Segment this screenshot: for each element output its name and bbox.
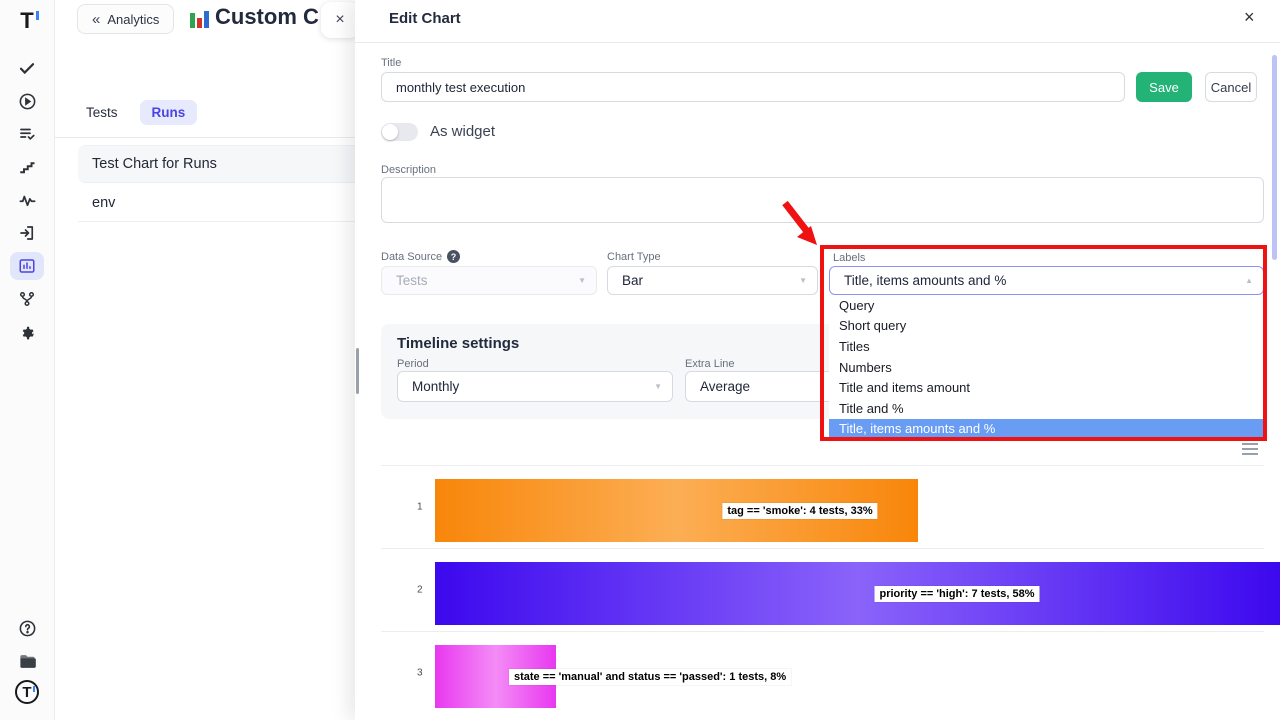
timeline-settings-heading: Timeline settings: [397, 335, 519, 352]
folder-icon[interactable]: [10, 647, 44, 675]
list-item-label: env: [92, 195, 115, 211]
edit-chart-panel: Edit Chart × Title Save Cancel As widget…: [355, 0, 1280, 720]
help-circle-icon[interactable]: ?: [447, 250, 460, 263]
row-number: 2: [417, 585, 423, 596]
dropdown-option-title-items-amounts-pct[interactable]: Title, items amounts and %: [829, 419, 1264, 440]
chart-type-value: Bar: [622, 273, 643, 288]
close-icon: ×: [335, 11, 344, 29]
dropdown-option-query[interactable]: Query: [829, 295, 1264, 316]
list-tabs: Tests Runs: [86, 100, 197, 125]
as-widget-toggle[interactable]: [381, 123, 418, 141]
labels-dropdown-list: Query Short query Titles Numbers Title a…: [829, 295, 1264, 440]
row-number: 3: [417, 668, 423, 679]
description-textarea[interactable]: [381, 177, 1264, 223]
bar-3-label: state == 'manual' and status == 'passed'…: [509, 669, 791, 685]
panel-scrollbar-thumb[interactable]: [1272, 55, 1277, 260]
title-field-label: Title: [381, 57, 401, 69]
branch-icon[interactable]: [10, 285, 44, 313]
gear-icon[interactable]: [10, 318, 44, 346]
bar-2-label: priority == 'high': 7 tests, 58%: [875, 586, 1040, 602]
dropdown-option-numbers[interactable]: Numbers: [829, 357, 1264, 378]
bar-1-label: tag == 'smoke': 4 tests, 33%: [722, 503, 877, 519]
tab-tests[interactable]: Tests: [86, 105, 118, 120]
bar-chart-icon: [189, 9, 211, 31]
chart-type-label: Chart Type: [607, 251, 661, 263]
chevron-down-icon: ▼: [654, 382, 662, 391]
labels-field-label: Labels: [833, 252, 865, 264]
list-item-label: Test Chart for Runs: [92, 156, 217, 172]
dropdown-option-title-and-pct[interactable]: Title and %: [829, 398, 1264, 419]
period-value: Monthly: [412, 379, 459, 394]
analytics-chart-icon[interactable]: [10, 252, 44, 280]
cancel-button[interactable]: Cancel: [1205, 72, 1257, 102]
data-source-value: Tests: [396, 273, 428, 288]
close-panel-icon[interactable]: ×: [1244, 7, 1255, 28]
list-item-env[interactable]: env: [78, 184, 355, 222]
help-icon[interactable]: [10, 614, 44, 642]
chevron-up-icon: ▲: [1245, 276, 1253, 285]
panel-title: Edit Chart: [389, 10, 461, 27]
dropdown-option-short-query[interactable]: Short query: [829, 316, 1264, 337]
panel-scrollbar-thumb[interactable]: [356, 348, 359, 394]
divider: [55, 137, 355, 138]
period-select[interactable]: Monthly ▼: [397, 371, 673, 402]
profile-logo-icon[interactable]: T: [10, 678, 44, 706]
row-number: 1: [417, 502, 423, 513]
chevron-down-icon: ▼: [578, 276, 586, 285]
data-source-label: Data Source: [381, 251, 442, 263]
back-button-label: Analytics: [107, 12, 159, 27]
play-circle-icon[interactable]: [10, 87, 44, 115]
as-widget-label: As widget: [430, 123, 495, 140]
chart-menu-icon[interactable]: [1242, 443, 1258, 455]
steps-icon[interactable]: [10, 153, 44, 181]
chart-row: 2 priority == 'high': 7 tests, 58%: [381, 548, 1264, 631]
chevron-down-icon: ▼: [799, 276, 807, 285]
period-label: Period: [397, 358, 429, 370]
divider: [355, 42, 1280, 43]
tab-runs[interactable]: Runs: [140, 100, 198, 125]
toggle-knob: [382, 124, 398, 140]
charts-list-panel: « Analytics Custom C × Tests Runs Test C…: [55, 0, 355, 720]
dropdown-option-titles[interactable]: Titles: [829, 336, 1264, 357]
check-icon[interactable]: [10, 54, 44, 82]
dropdown-option-title-items-amount[interactable]: Title and items amount: [829, 377, 1264, 398]
extra-line-label: Extra Line: [685, 358, 735, 370]
chart-type-select[interactable]: Bar ▼: [607, 266, 818, 295]
close-tab-button[interactable]: ×: [321, 2, 359, 38]
chart-row: 3 state == 'manual' and status == 'passe…: [381, 631, 1264, 714]
list-item-test-chart-for-runs[interactable]: Test Chart for Runs: [78, 145, 355, 183]
import-icon[interactable]: [10, 219, 44, 247]
title-input[interactable]: [381, 72, 1125, 102]
pulse-icon[interactable]: [10, 186, 44, 214]
save-button[interactable]: Save: [1136, 72, 1192, 102]
labels-select[interactable]: Title, items amounts and % ▲: [829, 266, 1264, 295]
back-to-analytics-button[interactable]: « Analytics: [77, 4, 174, 34]
description-field-label: Description: [381, 164, 436, 176]
data-source-select[interactable]: Tests ▼: [381, 266, 597, 295]
app-logo-icon[interactable]: T: [10, 7, 44, 35]
sidebar: T: [0, 0, 55, 720]
list-check-icon[interactable]: [10, 120, 44, 148]
app-window: T: [0, 0, 1280, 720]
chart-row: 1 tag == 'smoke': 4 tests, 33%: [381, 465, 1264, 548]
labels-select-value: Title, items amounts and %: [844, 273, 1006, 288]
extra-line-value: Average: [700, 379, 750, 394]
chevrons-left-icon: «: [92, 11, 100, 28]
bar-2[interactable]: [435, 562, 1280, 625]
